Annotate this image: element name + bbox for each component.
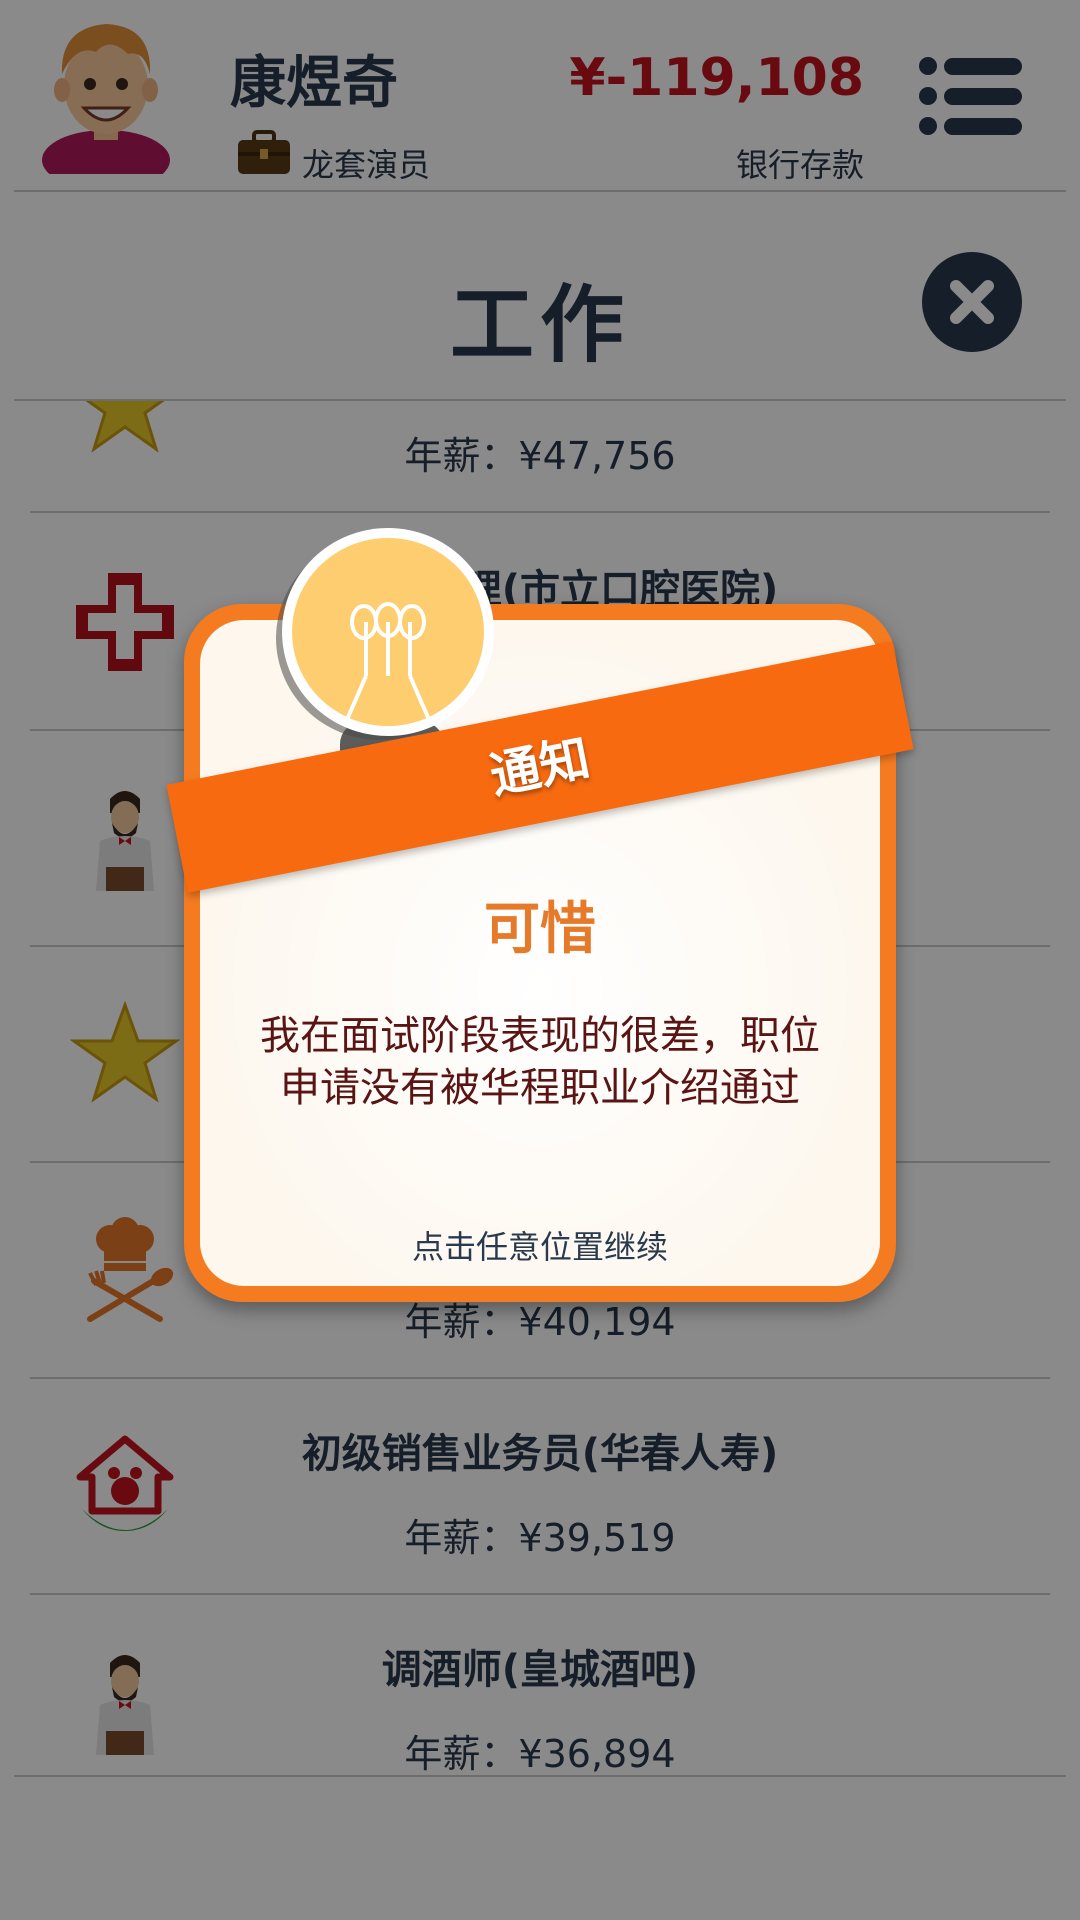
dialog-heading: 可惜 — [484, 897, 596, 962]
continue-hint[interactable]: 点击任意位置继续 — [200, 1222, 880, 1268]
dialog-message: 我在面试阶段表现的很差，职位申请没有被华程职业介绍通过 — [260, 1013, 820, 1111]
